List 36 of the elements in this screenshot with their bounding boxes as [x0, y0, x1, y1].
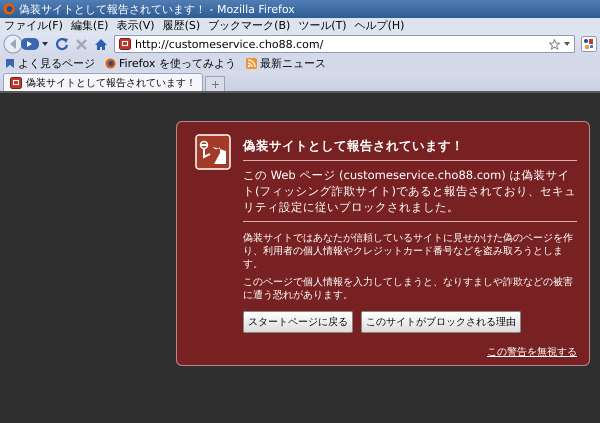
bookmark-link[interactable]: 最新ニュース	[260, 56, 326, 70]
menu-item[interactable]: ファイル(F)	[4, 18, 63, 33]
warning-paragraph: このページで個人情報を入力してしまうと、なりすましや詐欺などの被害に遭う恐れがあります。	[243, 276, 574, 302]
ignore-warning-link[interactable]: この警告を無視する	[487, 345, 577, 359]
firefox-icon	[3, 3, 15, 15]
search-engine-icon[interactable]	[581, 36, 597, 52]
home-icon[interactable]	[94, 38, 108, 50]
window-title: 偽装サイトとして報告されています！ - Mozilla Firefox	[19, 2, 295, 16]
bookmark-icon	[5, 58, 15, 68]
action-button[interactable]: このサイトがブロックされる理由	[361, 311, 521, 333]
warning-message: この Web ページ (customeservice.cho88.com) は偽装サイト(フィッシング詐欺サイト)であると報告されており、セキュリティ設定に従いブロックされました。	[243, 167, 577, 222]
menu-item[interactable]: ツール(T)	[298, 18, 347, 33]
menu-item[interactable]: 履歴(S)	[162, 18, 200, 33]
menu-item[interactable]: 編集(E)	[70, 18, 108, 33]
warning-badge-icon	[195, 134, 231, 170]
menu-item[interactable]: ブックマーク(B)	[208, 18, 290, 33]
warning-title: 偽装サイトとして報告されています！	[243, 138, 577, 161]
new-tab-button[interactable]	[205, 76, 225, 91]
warning-favicon-icon	[119, 38, 131, 50]
browser-tab[interactable]: 偽装サイトとして報告されています！	[3, 73, 203, 91]
action-button[interactable]: スタートページに戻る	[243, 311, 353, 333]
star-icon[interactable]	[549, 38, 560, 50]
menu-item[interactable]: 表示(V)	[116, 18, 155, 33]
reload-icon[interactable]	[55, 37, 69, 51]
warning-favicon-icon	[10, 76, 22, 88]
warning-paragraph: 偽装サイトではあなたが信頼しているサイトに見せかけた偽のページを作り、利用者の個人情報やクレジットカード番号などを盗み取ろうとします。	[243, 232, 574, 271]
menu-item[interactable]: ヘルプ(H)	[354, 18, 404, 33]
firefox-icon	[105, 58, 116, 68]
address-bar[interactable]: http://customeservice.cho88.com/	[114, 35, 575, 53]
dropdown-arrow-icon[interactable]	[564, 42, 570, 46]
back-forward-buttons-icon[interactable]	[3, 34, 49, 54]
bookmark-link[interactable]: Firefox を使ってみよう	[119, 56, 236, 70]
url-text: http://customeservice.cho88.com/	[135, 38, 324, 50]
plus-icon	[212, 80, 218, 88]
feed-icon	[246, 58, 257, 68]
bookmark-link[interactable]: よく見るページ	[18, 56, 95, 70]
